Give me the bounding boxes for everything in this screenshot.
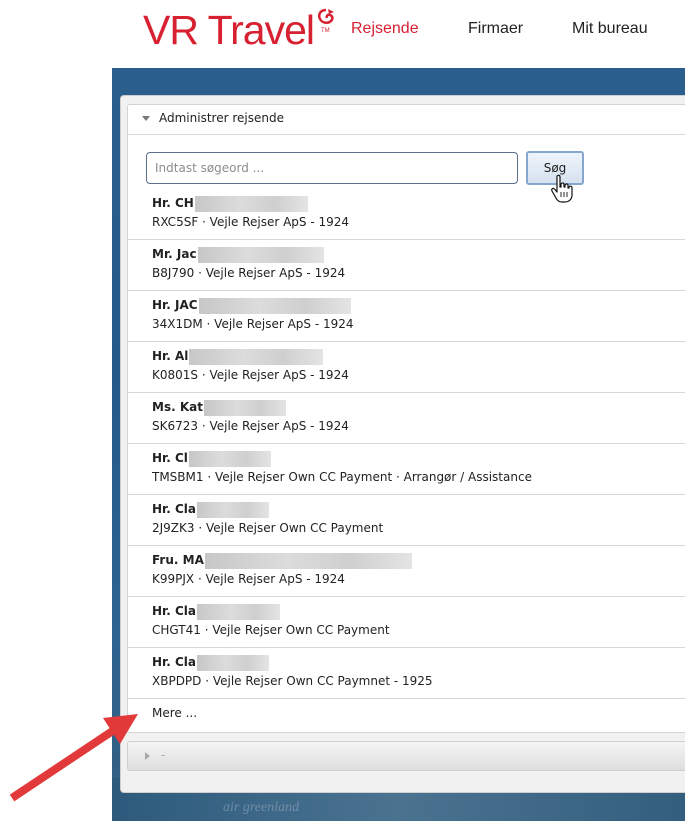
traveler-name: Hr. Cla — [152, 604, 197, 618]
traveler-row[interactable]: Hr. Cla CHGT41 · Vejle Rejser Own CC Pay… — [127, 597, 685, 648]
traveler-detail: K99PJX · Vejle Rejser ApS - 1924 — [152, 572, 345, 586]
annotation-arrow-icon — [9, 714, 138, 802]
redacted-name — [197, 246, 324, 263]
traveler-row[interactable]: Ms. Kat SK6723 · Vejle Rejser ApS - 1924 — [127, 393, 685, 444]
redacted-name — [197, 501, 270, 518]
traveler-row[interactable]: Fru. MA K99PJX · Vejle Rejser ApS - 1924 — [127, 546, 685, 597]
traveler-name: Mr. Jac — [152, 247, 197, 261]
logo-trademark: TM — [321, 28, 330, 34]
nav-rejsende[interactable]: Rejsende — [351, 19, 419, 39]
traveler-detail: K0801S · Vejle Rejser ApS - 1924 — [152, 368, 349, 382]
traveler-name: Hr. Cla — [152, 502, 197, 516]
redacted-name — [189, 348, 324, 365]
redacted-name — [197, 654, 270, 671]
redacted-name — [204, 552, 412, 569]
card-header[interactable]: Administrer rejsende — [128, 105, 685, 135]
traveler-name: Hr. JAC — [152, 298, 198, 312]
traveler-row[interactable]: Hr. Al K0801S · Vejle Rejser ApS - 1924 — [127, 342, 685, 393]
collapsed-section-label: - — [161, 748, 166, 762]
traveler-row[interactable]: Hr. JAC 34X1DM · Vejle Rejser ApS - 1924 — [127, 291, 685, 342]
traveler-detail: B8J790 · Vejle Rejser ApS - 1924 — [152, 266, 346, 280]
logo[interactable]: VR Travel — [143, 6, 315, 54]
traveler-row[interactable]: Mr. Jac B8J790 · Vejle Rejser ApS - 1924 — [127, 240, 685, 291]
traveler-detail: RXC5SF · Vejle Rejser ApS - 1924 — [152, 215, 350, 229]
redacted-name — [197, 603, 281, 620]
nav-mit-bureau[interactable]: Mit bureau — [572, 19, 648, 39]
collapsed-section[interactable]: - — [127, 741, 685, 771]
traveler-detail: TMSBM1 · Vejle Rejser Own CC Payment · A… — [152, 470, 532, 484]
search-input[interactable] — [146, 152, 518, 184]
header: VR Travel TM Rejsende Firmaer Mit bureau — [0, 0, 685, 68]
nav-firmaer[interactable]: Firmaer — [468, 19, 523, 39]
logo-swirl-icon — [318, 8, 334, 24]
traveler-row[interactable]: Hr. Cla 2J9ZK3 · Vejle Rejser Own CC Pay… — [127, 495, 685, 546]
traveler-row[interactable]: Hr. CH RXC5SF · Vejle Rejser ApS - 1924 — [127, 189, 685, 240]
redacted-name — [203, 399, 286, 416]
traveler-name: Hr. Al — [152, 349, 189, 363]
redacted-name — [198, 297, 351, 314]
background-watermark: air greenland — [223, 800, 300, 815]
traveler-detail: 2J9ZK3 · Vejle Rejser Own CC Payment — [152, 521, 384, 535]
traveler-row[interactable]: Hr. Cl TMSBM1 · Vejle Rejser Own CC Paym… — [127, 444, 685, 495]
traveler-row[interactable]: Hr. Cla XBPDPD · Vejle Rejser Own CC Pay… — [127, 648, 685, 699]
expanded-caret-icon — [142, 116, 150, 121]
redacted-name — [194, 195, 308, 212]
traveler-list: Hr. CH RXC5SF · Vejle Rejser ApS - 1924 … — [127, 189, 685, 699]
traveler-name: Hr. Cl — [152, 451, 188, 465]
traveler-detail: 34X1DM · Vejle Rejser ApS - 1924 — [152, 317, 354, 331]
card-title: Administrer rejsende — [159, 111, 284, 125]
traveler-name: Hr. Cla — [152, 655, 197, 669]
traveler-detail: SK6723 · Vejle Rejser ApS - 1924 — [152, 419, 349, 433]
traveler-detail: XBPDPD · Vejle Rejser Own CC Paymnet - 1… — [152, 674, 433, 688]
traveler-name: Fru. MA — [152, 553, 204, 567]
traveler-name: Hr. CH — [152, 196, 194, 210]
redacted-name — [188, 450, 271, 467]
more-link[interactable]: Mere ... — [152, 706, 197, 720]
traveler-detail: CHGT41 · Vejle Rejser Own CC Payment — [152, 623, 390, 637]
traveler-name: Ms. Kat — [152, 400, 203, 414]
